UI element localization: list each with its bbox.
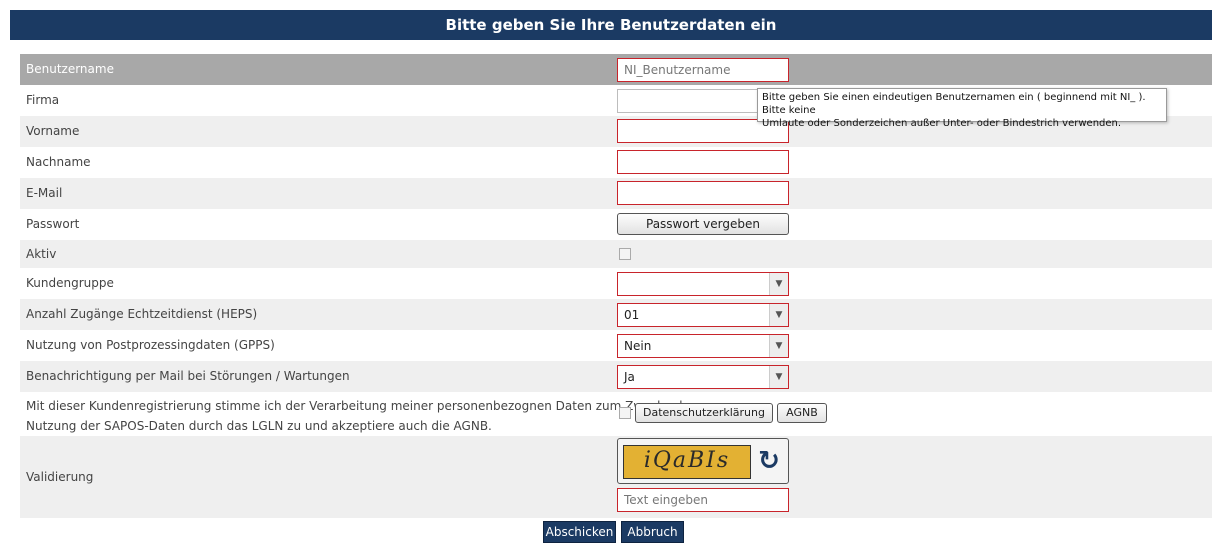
label-vorname: Vorname [26, 124, 80, 138]
captcha-input[interactable]: Text eingeben [617, 488, 789, 512]
submit-button[interactable]: Abschicken [543, 521, 616, 543]
benutzername-tooltip: Bitte geben Sie einen eindeutigen Benutz… [757, 88, 1167, 129]
cancel-button[interactable]: Abbruch [621, 521, 684, 543]
benutzername-input[interactable]: NI_Benutzername [617, 58, 789, 82]
chevron-down-icon[interactable]: ▼ [769, 335, 788, 357]
label-kundengruppe: Kundengruppe [26, 276, 114, 290]
passwort-vergeben-button[interactable]: Passwort vergeben [617, 213, 789, 235]
row-nachname: Nachname [20, 147, 1212, 178]
benachrichtigung-select[interactable]: Ja ▼ [617, 365, 789, 389]
row-gpps: Nutzung von Postprozessingdaten (GPPS) N… [20, 330, 1212, 361]
heps-select[interactable]: 01 ▼ [617, 303, 789, 327]
row-datenschutz: Mit dieser Kundenregistrierung stimme ic… [20, 392, 1212, 436]
page-header: Bitte geben Sie Ihre Benutzerdaten ein [10, 10, 1212, 40]
row-kundengruppe: Kundengruppe ▼ [20, 268, 1212, 299]
row-benutzername: Benutzername NI_Benutzername [20, 54, 1212, 85]
refresh-icon[interactable]: ↻ [754, 445, 784, 477]
label-aktiv: Aktiv [26, 247, 57, 261]
gpps-select[interactable]: Nein ▼ [617, 334, 789, 358]
chevron-down-icon[interactable]: ▼ [769, 273, 788, 295]
kundengruppe-select[interactable]: ▼ [617, 272, 789, 296]
label-firma: Firma [26, 93, 60, 107]
nachname-input[interactable] [617, 150, 789, 174]
captcha-box: iQaBIs ↻ [617, 438, 789, 484]
label-passwort: Passwort [26, 217, 80, 231]
label-datenschutz: Mit dieser Kundenregistrierung stimme ic… [26, 399, 695, 433]
label-validierung: Validierung [26, 470, 94, 484]
row-benachrichtigung: Benachrichtigung per Mail bei Störungen … [20, 361, 1212, 392]
label-heps: Anzahl Zugänge Echtzeitdienst (HEPS) [26, 307, 258, 321]
datenschutz-checkbox[interactable] [619, 407, 631, 419]
agnb-button[interactable]: AGNB [777, 403, 827, 423]
chevron-down-icon[interactable]: ▼ [769, 366, 788, 388]
datenschutzerklaerung-button[interactable]: Datenschutzerklärung [635, 403, 773, 423]
label-benutzername: Benutzername [26, 62, 114, 76]
email-input[interactable] [617, 181, 789, 205]
captcha-image: iQaBIs [623, 445, 751, 479]
row-passwort: Passwort Passwort vergeben [20, 209, 1212, 240]
aktiv-checkbox[interactable] [619, 248, 631, 260]
row-heps: Anzahl Zugänge Echtzeitdienst (HEPS) 01 … [20, 299, 1212, 330]
label-gpps: Nutzung von Postprozessingdaten (GPPS) [26, 338, 275, 352]
label-email: E-Mail [26, 186, 63, 200]
row-aktiv: Aktiv [20, 240, 1212, 268]
row-validierung: Validierung [20, 436, 1212, 518]
label-nachname: Nachname [26, 155, 91, 169]
row-email: E-Mail [20, 178, 1212, 209]
chevron-down-icon[interactable]: ▼ [769, 304, 788, 326]
page-title: Bitte geben Sie Ihre Benutzerdaten ein [445, 16, 777, 34]
label-benachrichtigung: Benachrichtigung per Mail bei Störungen … [26, 369, 350, 383]
